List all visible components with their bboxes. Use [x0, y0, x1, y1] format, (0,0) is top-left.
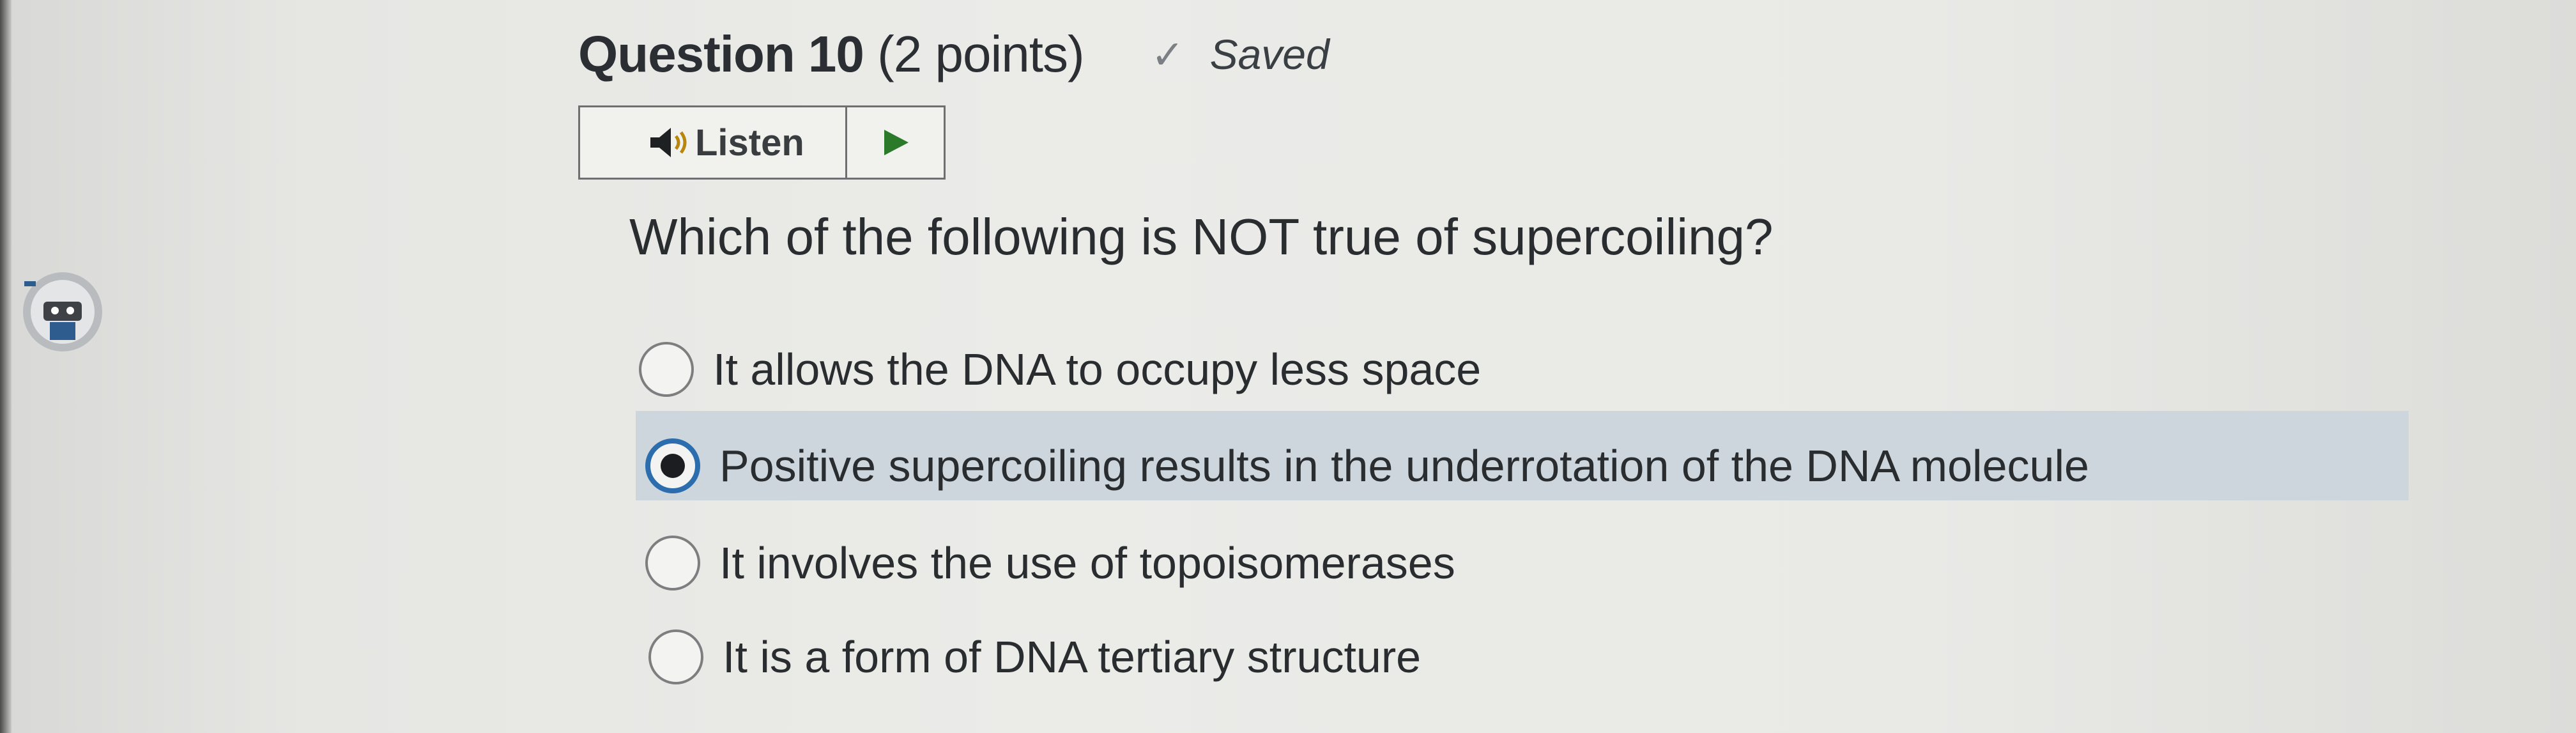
question-prompt: Which of the following is NOT true of su… — [629, 208, 1774, 265]
saved-label: Saved — [1209, 31, 1330, 78]
avatar-icon[interactable] — [19, 268, 106, 355]
listen-label: Listen — [695, 121, 804, 164]
answer-option-label: Positive supercoiling results in the und… — [719, 441, 2089, 491]
radio-button[interactable] — [645, 536, 700, 590]
answer-option[interactable]: It allows the DNA to occupy less space — [639, 342, 1481, 397]
radio-button-selected[interactable] — [645, 438, 700, 493]
radio-button[interactable] — [639, 342, 694, 397]
window-edge — [0, 0, 12, 733]
answer-option-label: It is a form of DNA tertiary structure — [723, 632, 1422, 682]
saved-status: ✓ Saved — [1151, 30, 1330, 79]
question-header: Question 10 (2 points) ✓ Saved — [578, 19, 1330, 89]
speaker-icon — [650, 128, 687, 157]
answer-option-selected[interactable]: Positive supercoiling results in the und… — [645, 438, 2089, 493]
listen-button[interactable]: Listen — [580, 107, 847, 178]
question-number: Question 10 — [578, 26, 864, 82]
play-button[interactable] — [847, 107, 944, 178]
check-icon: ✓ — [1151, 33, 1184, 77]
radio-button[interactable] — [648, 629, 703, 684]
question-title: Question 10 (2 points) — [578, 25, 1085, 84]
answer-option-label: It allows the DNA to occupy less space — [713, 344, 1482, 394]
answer-option[interactable]: It is a form of DNA tertiary structure — [648, 629, 1421, 684]
answer-option[interactable]: It involves the use of topoisomerases — [645, 536, 1455, 590]
listen-toolbar: Listen — [578, 105, 946, 180]
play-icon — [884, 130, 908, 155]
answer-option-label: It involves the use of topoisomerases — [719, 538, 1455, 588]
question-points: (2 points) — [877, 26, 1084, 82]
